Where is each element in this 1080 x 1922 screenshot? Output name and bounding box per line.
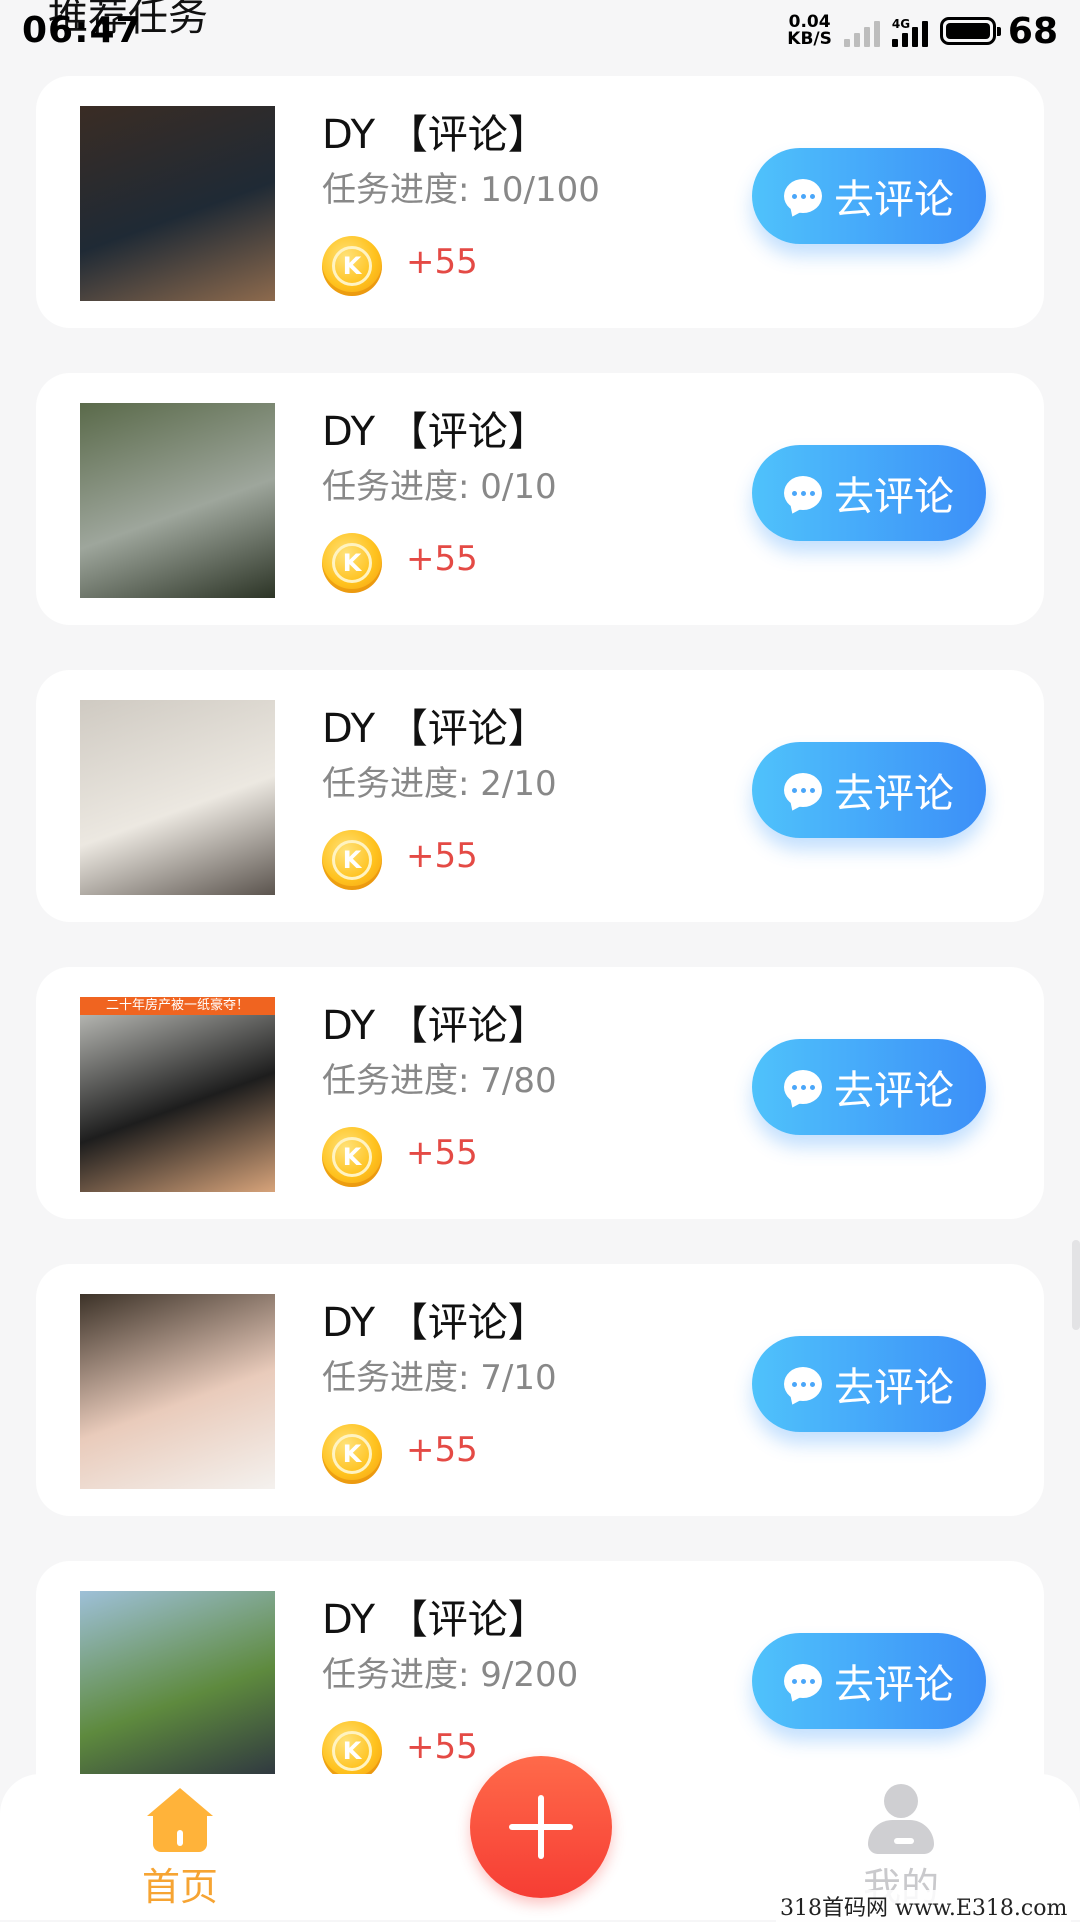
home-icon [147, 1788, 213, 1854]
comment-button-label: 去评论 [834, 1069, 954, 1113]
battery-icon [939, 17, 1001, 45]
task-card[interactable]: DY 【评论】 任务进度: 10/100 K +55 去评论 [36, 76, 1044, 328]
task-card[interactable]: 二十年房产被一纸豪夺！ DY 【评论】 任务进度: 7/80 K +55 去评论 [36, 967, 1044, 1219]
task-card[interactable]: DY 【评论】 任务进度: 7/10 K +55 去评论 [36, 1264, 1044, 1516]
task-title: DY 【评论】 [322, 706, 548, 752]
task-thumbnail[interactable] [80, 700, 275, 895]
watermark: 318首码网 www.E318.com [776, 1890, 1072, 1922]
battery-level: 68 [1007, 10, 1058, 52]
k-coin-icon: K [322, 236, 382, 296]
task-progress: 任务进度: 7/10 [322, 1358, 557, 1398]
k-coin-icon: K [322, 830, 382, 890]
task-title: DY 【评论】 [322, 112, 548, 158]
task-thumbnail[interactable] [80, 106, 275, 301]
plus-icon [509, 1795, 573, 1859]
user-icon [866, 1784, 936, 1856]
nav-home-label: 首页 [141, 1865, 218, 1909]
k-coin-icon: K [322, 1721, 382, 1781]
comment-button-label: 去评论 [834, 178, 954, 222]
comment-button[interactable]: 去评论 [752, 1039, 986, 1135]
task-reward: +55 [406, 1727, 478, 1767]
task-title: DY 【评论】 [322, 1597, 548, 1643]
sim2-signal: 4G [891, 15, 928, 47]
k-coin-icon: K [322, 533, 382, 593]
comment-button[interactable]: 去评论 [752, 148, 986, 244]
thumb-banner: 二十年房产被一纸豪夺！ [80, 997, 275, 1015]
task-thumbnail[interactable] [80, 403, 275, 598]
task-reward: +55 [406, 1430, 478, 1470]
chat-bubble-icon [784, 773, 822, 807]
chat-bubble-icon [784, 179, 822, 213]
task-reward: +55 [406, 1133, 478, 1173]
comment-button-label: 去评论 [834, 475, 954, 519]
task-reward: +55 [406, 836, 478, 876]
k-coin-icon: K [322, 1127, 382, 1187]
task-card[interactable]: DY 【评论】 任务进度: 2/10 K +55 去评论 [36, 670, 1044, 922]
task-title: DY 【评论】 [322, 409, 548, 455]
nav-home[interactable]: 首页 [140, 1788, 220, 1911]
task-reward: +55 [406, 539, 478, 579]
comment-button-label: 去评论 [834, 772, 954, 816]
add-task-button[interactable] [470, 1756, 612, 1898]
sim1-signal-icon [843, 15, 880, 47]
status-time: 06:47 [22, 10, 142, 51]
chat-bubble-icon [784, 1664, 822, 1698]
task-thumbnail[interactable] [80, 1591, 275, 1786]
comment-button[interactable]: 去评论 [752, 1633, 986, 1729]
comment-button-label: 去评论 [834, 1366, 954, 1410]
task-progress: 任务进度: 7/80 [322, 1061, 557, 1101]
status-bar: 推荐任务 06:47 0.04 KB/S 4G 68 [0, 0, 1080, 64]
task-progress: 任务进度: 0/10 [322, 467, 557, 507]
chat-bubble-icon [784, 1367, 822, 1401]
status-indicators: 0.04 KB/S 4G 68 [787, 8, 1058, 54]
comment-button[interactable]: 去评论 [752, 742, 986, 838]
task-title: DY 【评论】 [322, 1003, 548, 1049]
network-type: 4G [891, 17, 911, 31]
task-card[interactable]: DY 【评论】 任务进度: 0/10 K +55 去评论 [36, 373, 1044, 625]
chat-bubble-icon [784, 476, 822, 510]
comment-button[interactable]: 去评论 [752, 1336, 986, 1432]
scroll-handle[interactable] [1072, 1240, 1080, 1330]
net-speed: 0.04 KB/S [787, 14, 832, 48]
comment-button[interactable]: 去评论 [752, 445, 986, 541]
k-coin-icon: K [322, 1424, 382, 1484]
comment-button-label: 去评论 [834, 1663, 954, 1707]
chat-bubble-icon [784, 1070, 822, 1104]
task-reward: +55 [406, 242, 478, 282]
task-title: DY 【评论】 [322, 1300, 548, 1346]
task-progress: 任务进度: 9/200 [322, 1655, 579, 1695]
net-speed-unit: KB/S [787, 29, 832, 49]
task-progress: 任务进度: 2/10 [322, 764, 557, 804]
task-thumbnail[interactable]: 二十年房产被一纸豪夺！ [80, 997, 275, 1192]
task-thumbnail[interactable] [80, 1294, 275, 1489]
task-progress: 任务进度: 10/100 [322, 170, 600, 210]
